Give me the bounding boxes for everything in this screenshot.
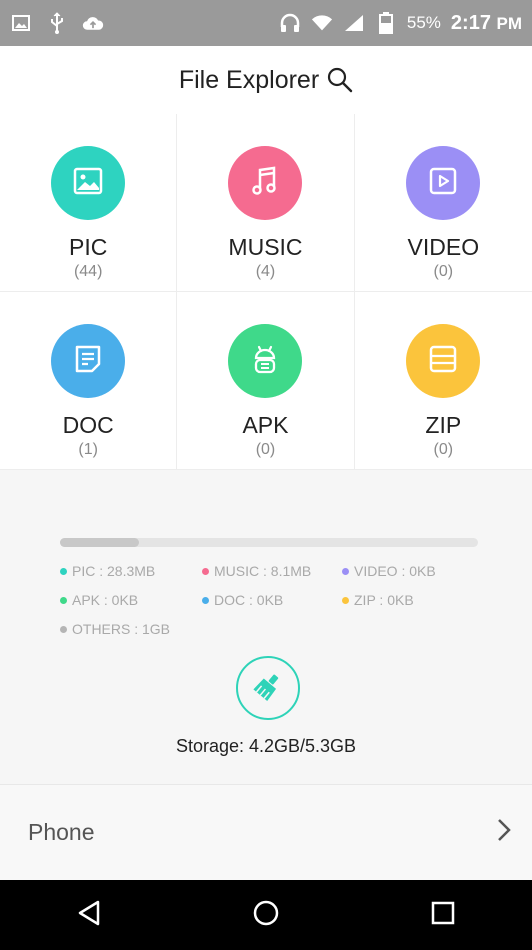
legend-dot bbox=[342, 567, 349, 575]
home-button[interactable] bbox=[236, 885, 296, 945]
music-circle bbox=[228, 146, 303, 220]
category-zip[interactable]: ZIP (0) bbox=[354, 292, 532, 470]
title-bar: File Explorer bbox=[0, 46, 532, 115]
video-circle bbox=[406, 146, 481, 220]
cloud-upload-icon bbox=[82, 12, 104, 34]
category-label: PIC bbox=[68, 234, 108, 260]
search-icon[interactable] bbox=[327, 67, 353, 93]
legend-item-music: MUSIC : 8.1MB bbox=[202, 563, 311, 579]
category-grid: PIC (44) MUSIC (4) VIDEO (0) DOC (1) APK… bbox=[0, 114, 532, 470]
image-icon bbox=[10, 12, 32, 34]
legend-item-doc: DOC : 0KB bbox=[202, 592, 283, 608]
category-pic[interactable]: PIC (44) bbox=[0, 114, 178, 292]
legend-dot bbox=[202, 567, 209, 575]
category-apk[interactable]: APK (0) bbox=[177, 292, 355, 470]
back-icon bbox=[76, 899, 102, 932]
category-count: (1) bbox=[78, 441, 98, 458]
status-bar: 55% 2:17 PM bbox=[0, 0, 532, 46]
broom-icon bbox=[253, 671, 283, 706]
legend-item-pic: PIC : 28.3MB bbox=[60, 563, 155, 579]
category-label: VIDEO bbox=[407, 234, 480, 260]
signal-icon bbox=[343, 12, 365, 34]
storage-progress-bar bbox=[60, 538, 478, 547]
category-video[interactable]: VIDEO (0) bbox=[354, 114, 532, 292]
music-icon bbox=[251, 166, 279, 201]
recents-icon bbox=[431, 901, 455, 930]
category-label: MUSIC bbox=[228, 234, 303, 260]
video-icon bbox=[429, 167, 457, 200]
legend-dot bbox=[202, 596, 209, 604]
category-doc[interactable]: DOC (1) bbox=[0, 292, 178, 470]
zip-circle bbox=[406, 324, 481, 398]
battery-icon bbox=[375, 12, 397, 34]
legend-dot bbox=[60, 596, 67, 604]
legend-item-apk: APK : 0KB bbox=[60, 592, 138, 608]
legend-item-zip: ZIP : 0KB bbox=[342, 592, 414, 608]
category-count: (0) bbox=[255, 441, 276, 458]
back-button[interactable] bbox=[59, 885, 119, 945]
chevron-right-icon bbox=[496, 817, 512, 848]
category-label: ZIP bbox=[425, 412, 462, 438]
usb-icon bbox=[46, 12, 68, 34]
category-count: (0) bbox=[433, 263, 454, 280]
storage-summary: Storage: 4.2GB/5.3GB bbox=[175, 736, 357, 756]
phone-storage-row[interactable]: Phone bbox=[0, 784, 532, 880]
category-count: (44) bbox=[73, 263, 103, 280]
battery-percent: 55% bbox=[406, 13, 441, 32]
legend-dot bbox=[60, 567, 67, 575]
legend-dot bbox=[60, 625, 67, 633]
recents-button[interactable] bbox=[413, 885, 473, 945]
clock: 2:17 PM bbox=[450, 11, 522, 34]
headset-icon bbox=[279, 12, 301, 34]
apk-circle bbox=[228, 324, 303, 398]
legend-item-others: OTHERS : 1GB bbox=[60, 621, 170, 637]
category-label: DOC bbox=[62, 412, 114, 438]
wifi-icon bbox=[311, 12, 333, 34]
home-icon bbox=[252, 899, 280, 932]
category-music[interactable]: MUSIC (4) bbox=[177, 114, 355, 292]
pic-circle bbox=[51, 146, 126, 220]
system-nav-bar bbox=[0, 880, 532, 950]
category-count: (4) bbox=[255, 263, 276, 280]
archive-icon bbox=[429, 345, 457, 378]
page-title: File Explorer bbox=[178, 65, 320, 94]
document-icon bbox=[74, 344, 102, 379]
clean-button[interactable] bbox=[236, 656, 300, 720]
legend-item-video: VIDEO : 0KB bbox=[342, 563, 436, 579]
phone-label: Phone bbox=[28, 819, 95, 845]
storage-progress-fill bbox=[60, 538, 140, 547]
category-label: APK bbox=[242, 412, 289, 438]
android-icon bbox=[252, 344, 278, 379]
image-icon bbox=[73, 167, 103, 200]
doc-circle bbox=[51, 324, 126, 398]
legend-dot bbox=[342, 596, 349, 604]
category-count: (0) bbox=[433, 441, 454, 458]
